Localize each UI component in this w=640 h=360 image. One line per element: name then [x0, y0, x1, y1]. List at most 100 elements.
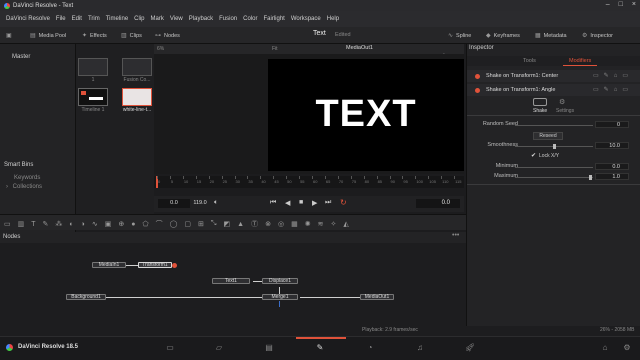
- menu-clip[interactable]: Clip: [131, 16, 147, 22]
- media-pool-button[interactable]: ▤ Media Pool: [30, 32, 66, 40]
- camera-icon[interactable]: ◩: [224, 220, 231, 228]
- spotlight-icon[interactable]: ◭: [343, 220, 348, 228]
- tracker-icon[interactable]: ⊞: [198, 220, 204, 228]
- smoothness-field[interactable]: 10.0: [595, 142, 629, 149]
- background-tool-icon[interactable]: ▭: [4, 220, 11, 228]
- node-mediaout1[interactable]: MediaOut1: [360, 294, 394, 300]
- smoothness-knob[interactable]: [553, 144, 556, 149]
- nodes-button[interactable]: ⊶ Nodes: [155, 32, 180, 40]
- settings-tab-icon[interactable]: ⚙: [559, 98, 565, 106]
- menu-help[interactable]: Help: [324, 16, 342, 22]
- media-thumb-fusion-comp[interactable]: [122, 58, 152, 76]
- text-tool-icon[interactable]: T: [31, 221, 35, 228]
- effects-button[interactable]: ✦ Effects: [82, 32, 107, 40]
- tab-modifiers[interactable]: Modifiers: [563, 57, 598, 66]
- minimize-icon[interactable]: –: [606, 1, 610, 8]
- media-thumb-1[interactable]: [78, 58, 108, 76]
- close-icon[interactable]: ×: [632, 1, 636, 8]
- renderer3d-icon[interactable]: ◎: [278, 220, 284, 228]
- sidebar-toggle[interactable]: ▣: [6, 32, 12, 39]
- menu-mark[interactable]: Mark: [148, 16, 167, 22]
- modifier-actions-icon[interactable]: ▭✎⌂▭: [593, 86, 633, 93]
- more-options-icon[interactable]: •••: [452, 232, 459, 239]
- viewer-fit[interactable]: Fit: [272, 46, 278, 52]
- enable-dot-icon[interactable]: [475, 88, 480, 93]
- spline-button[interactable]: ∿ Spline: [448, 32, 471, 40]
- menu-davinci-resolve[interactable]: DaVinci Resolve: [3, 16, 53, 22]
- viewer-output[interactable]: MediaOut1: [346, 45, 373, 51]
- enable-dot-icon[interactable]: [475, 74, 480, 79]
- maximum-knob[interactable]: [589, 175, 592, 180]
- inspector-button[interactable]: ⚙ Inspector: [582, 32, 613, 40]
- loop-icon[interactable]: ↻: [340, 198, 347, 207]
- menu-playback[interactable]: Playback: [186, 16, 216, 22]
- paint-tool-icon[interactable]: ▥: [18, 220, 25, 228]
- point-light-icon[interactable]: ✧: [330, 220, 336, 228]
- node-displace1[interactable]: Displace1: [262, 278, 298, 284]
- viewer[interactable]: TEXT: [154, 54, 464, 174]
- node-transform1[interactable]: Transform1: [138, 262, 172, 268]
- frame-field[interactable]: 0.0: [416, 199, 460, 208]
- page-media-icon[interactable]: ▭: [163, 343, 177, 355]
- drop-icon[interactable]: ●: [131, 221, 135, 228]
- node-mediain1[interactable]: MediaIn1: [92, 262, 126, 268]
- blur-tool-icon[interactable]: ◐: [69, 221, 73, 228]
- stop-icon[interactable]: ■: [299, 199, 303, 206]
- polygon-icon[interactable]: ⬠: [142, 220, 148, 228]
- bspline-icon[interactable]: ⌒: [156, 219, 163, 229]
- modifier-row-angle[interactable]: Shake on Transform1: Angle ▭✎⌂▭: [467, 84, 640, 96]
- page-cut-icon[interactable]: ▱: [212, 343, 226, 355]
- fog-icon[interactable]: ≋: [318, 220, 324, 228]
- time-ruler[interactable]: 0 5 10 15 20 25 30 35 40 45 50 55 60 65 70 75 80 85 90 95 10…: [154, 176, 464, 188]
- page-edit-icon[interactable]: ▤: [262, 343, 276, 355]
- go-to-end-icon[interactable]: ⏭: [325, 199, 331, 207]
- home-icon[interactable]: ⌂: [598, 343, 612, 355]
- modifier-actions-icon[interactable]: ▭✎⌂▭: [593, 72, 633, 79]
- image-plane-icon[interactable]: ▦: [291, 220, 298, 228]
- clips-button[interactable]: ▥ Clips: [121, 32, 142, 40]
- maximize-icon[interactable]: □: [619, 1, 623, 8]
- page-deliver-icon[interactable]: 🚀︎: [463, 343, 477, 355]
- random-seed-field[interactable]: 0: [595, 121, 629, 128]
- page-fusion-icon[interactable]: ✎: [313, 343, 327, 355]
- menu-workspace[interactable]: Workspace: [288, 16, 324, 22]
- metadata-button[interactable]: ▦ Metadata: [535, 32, 567, 40]
- page-color-icon[interactable]: ◔: [363, 343, 377, 355]
- minimum-slider[interactable]: [515, 167, 593, 168]
- node-merge1[interactable]: Merge1: [262, 294, 298, 300]
- merge3d-icon[interactable]: ⊗: [265, 220, 271, 228]
- minimum-field[interactable]: 0.0: [595, 163, 629, 170]
- random-seed-slider[interactable]: [515, 125, 593, 126]
- play-reverse-icon[interactable]: ◀: [285, 199, 290, 207]
- tab-tools[interactable]: Tools: [523, 58, 536, 64]
- light-icon[interactable]: ✺: [305, 220, 311, 228]
- rectangle-icon[interactable]: ▢: [184, 220, 191, 228]
- lock-xy-checkbox[interactable]: ✔ Lock X/Y: [531, 152, 559, 160]
- keyframes-button[interactable]: ◆ Keyframes: [486, 32, 520, 40]
- smart-bin-keywords[interactable]: Keywords: [14, 175, 40, 181]
- menu-fairlight[interactable]: Fairlight: [260, 16, 287, 22]
- subtab-settings[interactable]: Settings: [556, 108, 574, 114]
- menu-timeline[interactable]: Timeline: [103, 16, 131, 22]
- node-background1[interactable]: Background1: [66, 294, 106, 300]
- shape3d-icon[interactable]: ▲: [237, 221, 244, 228]
- master-bin[interactable]: Master: [12, 54, 30, 60]
- matte-icon[interactable]: ▣: [105, 220, 112, 228]
- brush-tool-icon[interactable]: ✎: [43, 220, 49, 228]
- transform-tool-icon[interactable]: ⤡: [211, 220, 217, 228]
- audio-icon[interactable]: 🔈︎: [214, 199, 218, 207]
- text3d-icon[interactable]: Ⓣ: [251, 219, 258, 229]
- viewer-canvas[interactable]: TEXT: [268, 59, 464, 171]
- merge-tool-icon[interactable]: ⊕: [118, 220, 124, 228]
- maximum-slider[interactable]: [515, 177, 593, 178]
- media-thumb-white-line[interactable]: [122, 88, 152, 106]
- menu-trim[interactable]: Trim: [85, 16, 103, 22]
- modifier-row-center[interactable]: Shake on Transform1: Center ▭✎⌂▭: [467, 70, 640, 82]
- menu-file[interactable]: File: [53, 16, 69, 22]
- menu-color[interactable]: Color: [240, 16, 260, 22]
- viewer-zoom[interactable]: 6%: [157, 46, 164, 52]
- node-graph[interactable]: MediaIn1 Transform1 Text1 Displace1 Back…: [0, 243, 466, 328]
- particle-tool-icon[interactable]: ⁂: [55, 220, 62, 228]
- collections-item[interactable]: › Collections: [6, 184, 42, 190]
- subtab-shake[interactable]: Shake: [533, 108, 547, 114]
